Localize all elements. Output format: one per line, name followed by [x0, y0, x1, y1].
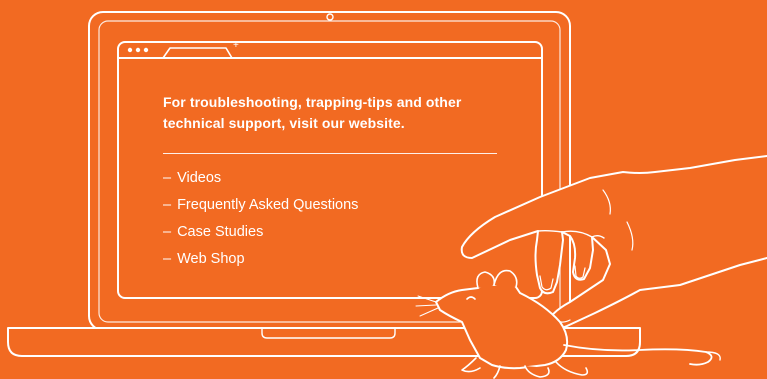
link-web-shop[interactable]: – Web Shop — [163, 246, 513, 273]
dash-icon: – — [163, 197, 172, 213]
link-case-studies[interactable]: – Case Studies — [163, 219, 513, 246]
link-label: Case Studies — [177, 224, 264, 240]
divider — [163, 153, 497, 154]
webcam-icon — [326, 13, 334, 21]
dash-icon: – — [163, 251, 172, 267]
browser-tab-icon — [162, 47, 233, 59]
link-label: Videos — [177, 170, 222, 186]
link-faq[interactable]: – Frequently Asked Questions — [163, 192, 513, 219]
browser-dots-icon — [127, 47, 149, 53]
support-headline: For troubleshooting, trapping-tips and o… — [163, 94, 462, 131]
dash-icon: – — [163, 170, 172, 186]
link-label: Frequently Asked Questions — [177, 197, 359, 213]
link-label: Web Shop — [177, 251, 245, 267]
support-panel: For troubleshooting, trapping-tips and o… — [163, 92, 513, 273]
dash-icon: – — [163, 224, 172, 240]
support-links: – Videos – Frequently Asked Questions – Cas… — [163, 165, 513, 273]
new-tab-icon[interactable]: + — [233, 41, 239, 51]
link-videos[interactable]: – Videos — [163, 165, 513, 192]
